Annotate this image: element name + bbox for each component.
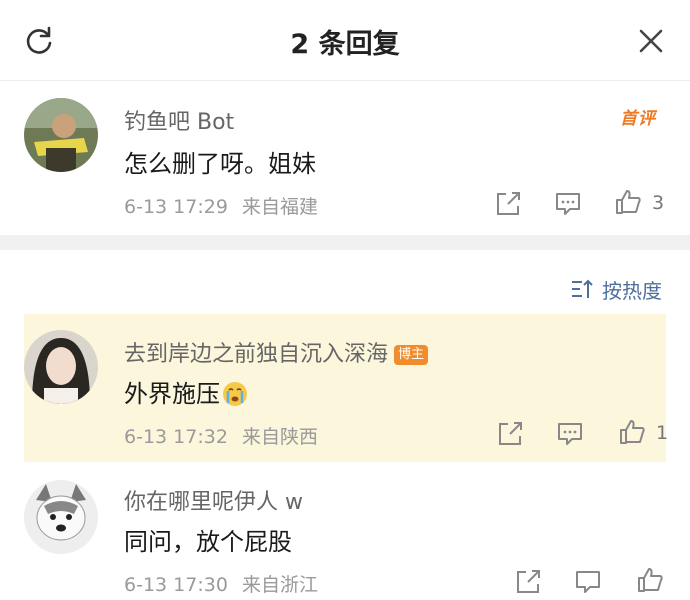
comment-location: 来自陕西: [241, 426, 318, 448]
like-button[interactable]: [618, 418, 646, 446]
share-icon: [499, 422, 522, 445]
comment-text: 外界施压: [124, 374, 248, 409]
reply-button[interactable]: [574, 568, 602, 596]
comment-username[interactable]: 去到岸边之前独自沉入深海 博主: [124, 336, 429, 368]
reply-button[interactable]: [554, 190, 582, 218]
comment-username[interactable]: 钓鱼吧 Bot: [124, 104, 234, 136]
first-comment-badge: 首评: [620, 109, 656, 129]
comment-text-body: 外界施压: [124, 380, 220, 408]
comment-text: 怎么删了呀。姐妹: [124, 150, 316, 178]
like-count: 1: [656, 422, 669, 444]
like-count: 3: [652, 192, 665, 214]
avatar[interactable]: [24, 480, 98, 554]
comment-date: 6-13 17:32: [124, 426, 228, 448]
reply-button[interactable]: [556, 420, 584, 448]
comment-location: 来自浙江: [241, 574, 318, 596]
like-button[interactable]: [636, 566, 664, 594]
root-comment: 钓鱼吧 Bot 首评 怎么删了呀。姐妹 6-13 17:29 来自福建 3: [0, 0, 690, 235]
comment-meta: 6-13 17:32 来自陕西: [124, 422, 318, 449]
comment-date: 6-13 17:30: [124, 574, 228, 596]
comment-icon: [556, 193, 580, 215]
author-badge: 博主: [394, 345, 429, 365]
comment-username[interactable]: 你在哪里呢伊人 w: [124, 484, 303, 516]
thumbs-up-icon: [616, 190, 641, 214]
share-button[interactable]: [514, 568, 542, 596]
crying-face-emoji: [223, 382, 247, 406]
avatar[interactable]: [24, 98, 98, 172]
sort-label: 按热度: [602, 278, 662, 303]
comment-location: 来自福建: [241, 196, 318, 218]
share-icon: [517, 570, 540, 593]
section-divider: [0, 235, 690, 250]
comment-icon: [576, 571, 600, 593]
comment-icon: [558, 423, 582, 445]
share-button[interactable]: [496, 420, 524, 448]
like-button[interactable]: [614, 188, 642, 216]
comment-text: 同问，放个屁股: [124, 528, 292, 556]
thumbs-up-icon: [638, 568, 663, 592]
username-text[interactable]: 去到岸边之前独自沉入深海: [124, 342, 388, 367]
share-icon: [497, 192, 520, 215]
comment-meta: 6-13 17:29 来自福建: [124, 192, 318, 219]
sort-icon: [572, 279, 593, 298]
thumbs-up-icon: [620, 420, 645, 444]
sort-button[interactable]: 按热度: [570, 274, 662, 304]
share-button[interactable]: [494, 190, 522, 218]
avatar[interactable]: [24, 330, 98, 404]
comment-date: 6-13 17:29: [124, 196, 228, 218]
comment-meta: 6-13 17:30 来自浙江: [124, 570, 318, 597]
